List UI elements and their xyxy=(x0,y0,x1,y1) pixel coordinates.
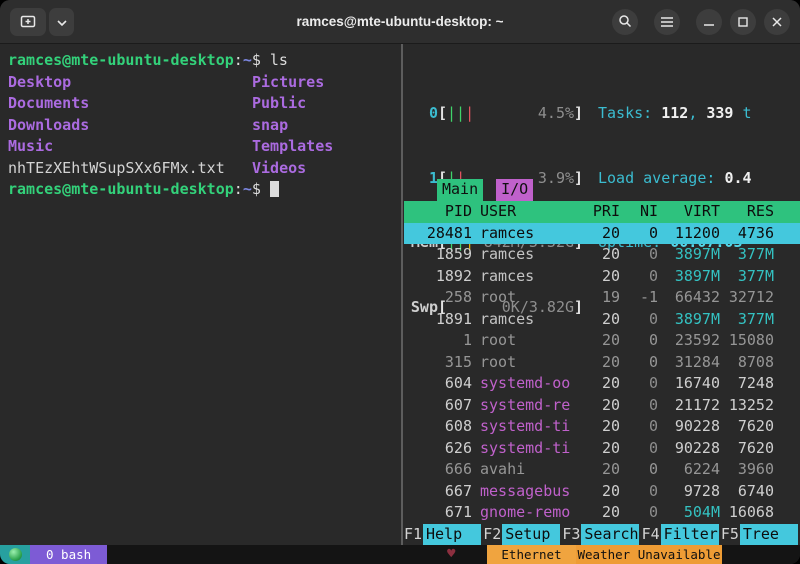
file-listing: Desktop Pictures Documents Public Downlo… xyxy=(8,72,401,180)
listing-row: Documents Public xyxy=(8,93,401,115)
process-row[interactable]: 315root200312848708 xyxy=(404,352,800,374)
tasks-summary: Tasks: 112, 339 t xyxy=(598,103,752,125)
process-rows: 28481ramces200112004736 1859ramces200389… xyxy=(404,223,800,524)
prompt-line-current: ramces@mte-ubuntu-desktop:~$ xyxy=(8,179,401,201)
listing-row: Music Templates xyxy=(8,136,401,158)
prompt-line-with-command: ramces@mte-ubuntu-desktop:~$ ls xyxy=(8,50,401,72)
listing-col2: snap xyxy=(252,115,288,137)
process-row[interactable]: 1892ramces2003897M377M xyxy=(404,266,800,288)
process-row[interactable]: 258root19-16643232712 xyxy=(404,287,800,309)
session-ball-icon xyxy=(9,548,22,561)
chevron-down-icon xyxy=(57,15,67,30)
maximize-button[interactable] xyxy=(730,9,756,35)
htop-pane[interactable]: 0[|||4.5%] 1[||3.9%] Mem[|||842M/3.32G] … xyxy=(404,44,800,545)
listing-col1: nhTEzXEhtWSupSXx6FMx.txt xyxy=(8,158,252,180)
process-row[interactable]: 608systemd-ti200902287620 xyxy=(404,416,800,438)
window-tab-bash[interactable]: 0 bash xyxy=(30,545,107,564)
load-average: Load average: 0.4 xyxy=(598,168,752,190)
column-ni[interactable]: NI xyxy=(620,201,658,223)
session-indicator xyxy=(0,545,30,564)
new-tab-icon xyxy=(20,13,36,32)
tab-main[interactable]: Main xyxy=(437,179,483,201)
process-row[interactable]: 604systemd-oo200167407248 xyxy=(404,373,800,395)
command-text: ls xyxy=(270,51,288,69)
search-button[interactable] xyxy=(612,9,638,35)
bash-pane[interactable]: ramces@mte-ubuntu-desktop:~$ ls Desktop … xyxy=(0,44,401,545)
process-row[interactable]: 1859ramces2003897M377M xyxy=(404,244,800,266)
process-row[interactable]: 28481ramces200112004736 xyxy=(404,223,800,245)
close-button[interactable] xyxy=(764,9,790,35)
column-pri[interactable]: PRI xyxy=(574,201,620,223)
fkey-bar: F1Help F2Setup F3Search F4Filter F5Tree xyxy=(404,524,800,546)
fkey-button[interactable]: F4Filter xyxy=(642,524,721,546)
listing-row: Downloads snap xyxy=(8,115,401,137)
listing-col1: Music xyxy=(8,136,252,158)
process-row[interactable]: 666avahi20062243960 xyxy=(404,459,800,481)
new-tab-button[interactable] xyxy=(10,8,46,36)
fkey-button[interactable]: F1Help xyxy=(404,524,483,546)
status-bar: 0 bash ♥ Ethernet Weather Unavailable xyxy=(0,545,800,564)
process-row[interactable]: 1891ramces2003897M377M xyxy=(404,309,800,331)
prompt-user-host: ramces@mte-ubuntu-desktop xyxy=(8,51,234,69)
prompt-user-host: ramces@mte-ubuntu-desktop xyxy=(8,180,234,198)
minimize-button[interactable] xyxy=(696,9,722,35)
tab-list-button[interactable] xyxy=(49,8,74,36)
listing-row: nhTEzXEhtWSupSXx6FMx.txt Videos xyxy=(8,158,401,180)
titlebar: ramces@mte-ubuntu-desktop: ~ xyxy=(0,0,800,44)
network-status: Ethernet xyxy=(487,545,576,564)
fkey-button[interactable]: F2Setup xyxy=(483,524,562,546)
process-row[interactable]: 1root2002359215080 xyxy=(404,330,800,352)
process-row[interactable]: 671gnome-remo200504M16068 xyxy=(404,502,800,524)
pane-divider[interactable] xyxy=(401,44,403,545)
process-row[interactable]: 607systemd-re2002117213252 xyxy=(404,395,800,417)
terminal-window: ramces@mte-ubuntu-desktop: ~ xyxy=(0,0,800,564)
tab-io[interactable]: I/O xyxy=(496,179,533,201)
prompt-path: ~ xyxy=(243,51,252,69)
process-table-header[interactable]: PID USERPRINIVIRTRES xyxy=(404,201,800,223)
listing-col2: Pictures xyxy=(252,72,324,94)
listing-col2: Videos xyxy=(252,158,306,180)
listing-col2: Templates xyxy=(252,136,333,158)
menu-button[interactable] xyxy=(654,9,680,35)
text-cursor xyxy=(270,181,279,197)
listing-col1: Downloads xyxy=(8,115,252,137)
column-virt[interactable]: VIRT xyxy=(658,201,720,223)
column-res[interactable]: RES xyxy=(720,201,774,223)
listing-col1: Desktop xyxy=(8,72,252,94)
listing-col2: Public xyxy=(252,93,306,115)
maximize-icon xyxy=(738,15,748,30)
terminal-content: ramces@mte-ubuntu-desktop:~$ ls Desktop … xyxy=(0,44,800,564)
cpu0-meter: 0[|||4.5%] xyxy=(410,103,583,125)
fkey-button[interactable]: F5Tree xyxy=(721,524,800,546)
search-icon xyxy=(618,14,632,31)
close-icon xyxy=(772,15,782,30)
column-pid[interactable]: PID xyxy=(404,201,472,223)
listing-row: Desktop Pictures xyxy=(8,72,401,94)
fkey-button[interactable]: F3Search xyxy=(562,524,641,546)
column-user[interactable]: USER xyxy=(480,201,574,223)
process-row[interactable]: 626systemd-ti200902287620 xyxy=(404,438,800,460)
listing-col1: Documents xyxy=(8,93,252,115)
weather-status: Weather Unavailable xyxy=(576,545,722,564)
hamburger-menu-icon xyxy=(661,15,673,30)
htop-tabs: Main I/O xyxy=(410,179,533,201)
prompt-path: ~ xyxy=(243,180,252,198)
process-row[interactable]: 667messagebus20097286740 xyxy=(404,481,800,503)
heart-icon: ♥ xyxy=(447,545,455,564)
minimize-icon xyxy=(704,15,714,30)
